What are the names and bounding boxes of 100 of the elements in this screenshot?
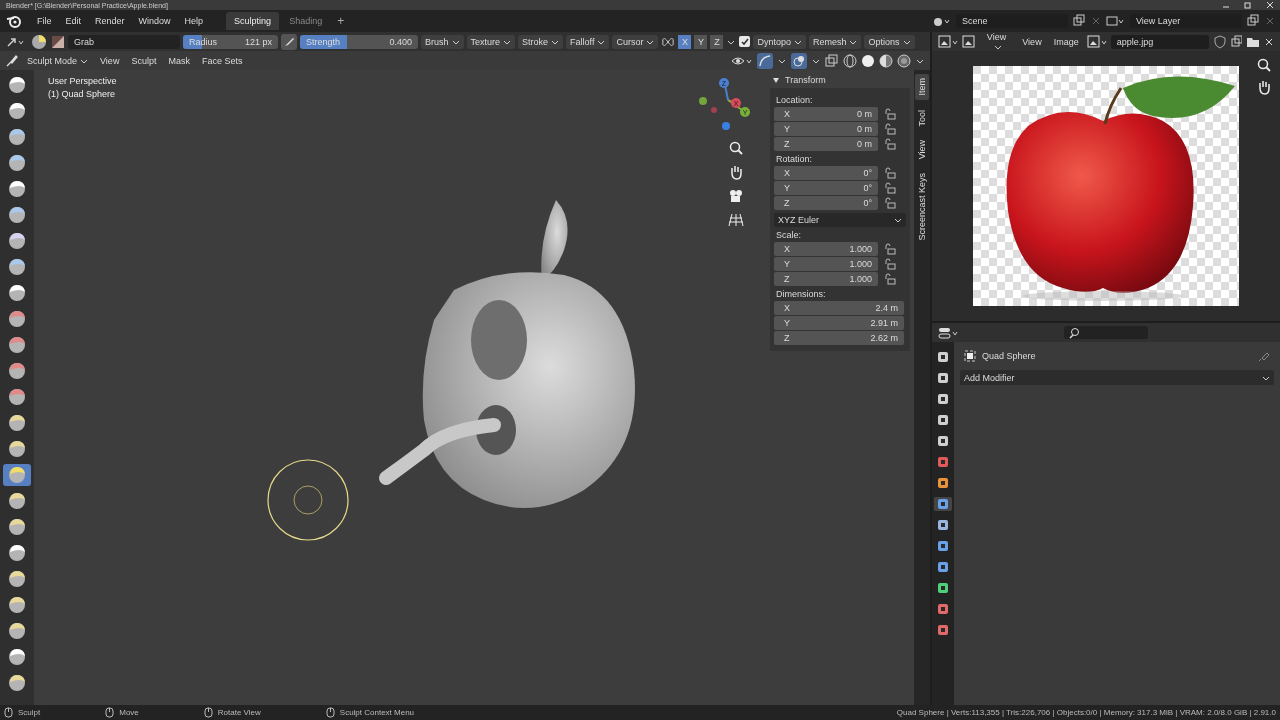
- unlocked-padlock-icon[interactable]: [884, 108, 896, 120]
- unlocked-padlock-icon[interactable]: [884, 123, 896, 135]
- menu-item[interactable]: Help: [179, 14, 209, 28]
- collapse-triangle-icon[interactable]: [772, 76, 780, 84]
- menu-item[interactable]: View: [1018, 34, 1046, 49]
- overlay-icon[interactable]: [791, 52, 807, 69]
- search-field[interactable]: [1064, 326, 1148, 339]
- number-field[interactable]: X 2.4 m: [774, 301, 904, 315]
- number-field[interactable]: Z 1.000: [774, 272, 878, 286]
- status-hint: Sculpt: [18, 708, 41, 717]
- unlocked-padlock-icon[interactable]: [884, 197, 896, 209]
- chevron-down-icon: [80, 57, 89, 66]
- workspace-tab[interactable]: Shading: [281, 12, 331, 30]
- gizmo-toggle-icon[interactable]: [757, 52, 773, 69]
- copy-icon[interactable]: [1072, 14, 1086, 28]
- symmetry-toggle[interactable]: Z: [710, 34, 724, 49]
- rotation-mode-dropdown[interactable]: XYZ Euler: [774, 213, 906, 227]
- view-name-label: User Perspective: [48, 76, 117, 86]
- menu-item[interactable]: File: [32, 14, 57, 28]
- pen-icon[interactable]: [281, 33, 297, 50]
- number-field[interactable]: X 1.000: [774, 242, 878, 256]
- dyntopo-checkbox[interactable]: [739, 36, 751, 47]
- hand-icon[interactable]: [728, 164, 744, 180]
- menu-item[interactable]: View: [96, 53, 124, 68]
- hand-icon[interactable]: [1256, 79, 1272, 95]
- brush-texture-icon[interactable]: [51, 34, 65, 49]
- options-menu[interactable]: Options: [864, 34, 915, 49]
- unlocked-padlock-icon[interactable]: [884, 138, 896, 150]
- shield-icon[interactable]: [1212, 34, 1226, 49]
- image-browse-icon[interactable]: [1086, 34, 1107, 49]
- workspace-tab[interactable]: Sculpting: [226, 12, 280, 30]
- number-field[interactable]: Z 2.62 m: [774, 331, 904, 345]
- pin-icon[interactable]: [1258, 350, 1270, 362]
- sidebar-tab[interactable]: Tool: [915, 105, 929, 131]
- brush-icon[interactable]: [5, 53, 19, 68]
- sidebar-tab[interactable]: View: [915, 136, 929, 164]
- menu-item[interactable]: Edit: [60, 14, 87, 28]
- wireframe-shading-icon[interactable]: [843, 53, 857, 68]
- camera-icon[interactable]: [728, 188, 744, 204]
- number-field[interactable]: Z 0°: [774, 196, 878, 210]
- remesh-menu[interactable]: Remesh: [808, 34, 862, 49]
- rendered-shading-icon[interactable]: [897, 53, 911, 68]
- number-field[interactable]: X 0 m: [774, 107, 878, 121]
- unlocked-padlock-icon[interactable]: [884, 243, 896, 255]
- copy-icon[interactable]: [1246, 14, 1260, 28]
- number-field[interactable]: Y 2.91 m: [774, 316, 904, 330]
- add-workspace-button[interactable]: +: [332, 12, 350, 30]
- menu-item[interactable]: Sculpt: [127, 53, 161, 68]
- editor-type-icon[interactable]: [938, 34, 958, 49]
- zoom-icon[interactable]: [1256, 57, 1272, 73]
- unlocked-padlock-icon[interactable]: [884, 167, 896, 179]
- scene-statistics: Quad Sphere | Verts:113,355 | Tris:226,706 | Objects:0/0 | Memory: 317.3 MiB | VRAM: 2.0/8.0 GiB | 2.91.0: [896, 708, 1276, 717]
- zoom-icon[interactable]: [728, 140, 744, 156]
- solid-shading-icon[interactable]: [861, 53, 875, 68]
- xray-icon[interactable]: [825, 53, 839, 68]
- dropdown-menu[interactable]: Texture: [466, 34, 516, 49]
- number-field[interactable]: Z 0 m: [774, 137, 878, 151]
- mode-dropdown[interactable]: Sculpt Mode: [23, 53, 93, 68]
- chevron-down-icon: [994, 43, 1002, 52]
- unlocked-padlock-icon[interactable]: [884, 273, 896, 285]
- dropdown-menu[interactable]: Cursor: [612, 34, 659, 49]
- grid-icon[interactable]: [728, 212, 744, 228]
- dropdown-menu[interactable]: Stroke: [518, 34, 564, 49]
- number-field[interactable]: Y 1.000: [774, 257, 878, 271]
- unlocked-padlock-icon[interactable]: [884, 182, 896, 194]
- menu-item[interactable]: Face Sets: [197, 53, 247, 68]
- dyntopo-menu[interactable]: Dyntopo: [753, 34, 806, 49]
- dropdown-menu[interactable]: Brush: [421, 34, 464, 49]
- blender-logo-icon[interactable]: [6, 14, 22, 28]
- dropdown-menu[interactable]: Falloff: [566, 34, 610, 49]
- view-layer-field[interactable]: View Layer: [1130, 14, 1242, 28]
- menu-item[interactable]: Render: [90, 14, 130, 28]
- restore-icon[interactable]: [1244, 1, 1252, 9]
- image-icon[interactable]: [962, 34, 975, 49]
- image-name-field[interactable]: apple.jpg: [1110, 34, 1209, 49]
- number-field[interactable]: X 0°: [774, 166, 878, 180]
- sidebar-tab[interactable]: Item: [915, 74, 929, 100]
- brush-sphere-icon[interactable]: [30, 33, 48, 50]
- view-dropdown[interactable]: View: [978, 29, 1015, 54]
- number-field[interactable]: Y 0°: [774, 181, 878, 195]
- menu-item[interactable]: Mask: [164, 53, 194, 68]
- scene-field[interactable]: Scene: [956, 14, 1068, 28]
- material-shading-icon[interactable]: [879, 53, 893, 68]
- strength-slider[interactable]: Strength 0.400: [300, 34, 418, 49]
- add-modifier-dropdown[interactable]: Add Modifier: [960, 370, 1274, 385]
- active-object-label: (1) Quad Sphere: [48, 89, 116, 99]
- unlocked-padlock-icon[interactable]: [884, 258, 896, 270]
- sidebar-tab[interactable]: Screencast Keys: [915, 169, 929, 245]
- image-stack-icon[interactable]: [1106, 14, 1126, 28]
- symmetry-toggle[interactable]: Y: [694, 34, 708, 49]
- brush-name-field[interactable]: Grab: [68, 34, 180, 49]
- close-icon[interactable]: [1266, 1, 1274, 9]
- properties-tab[interactable]: [934, 497, 952, 511]
- menu-item[interactable]: Image: [1049, 34, 1083, 49]
- mouse-icon: [4, 707, 13, 718]
- editor-type-icon[interactable]: [938, 325, 960, 340]
- panel-title[interactable]: Transform: [785, 75, 826, 85]
- number-field[interactable]: Y 0 m: [774, 122, 878, 136]
- copy-icon[interactable]: [1229, 34, 1243, 49]
- menu-item[interactable]: Window: [133, 14, 176, 28]
